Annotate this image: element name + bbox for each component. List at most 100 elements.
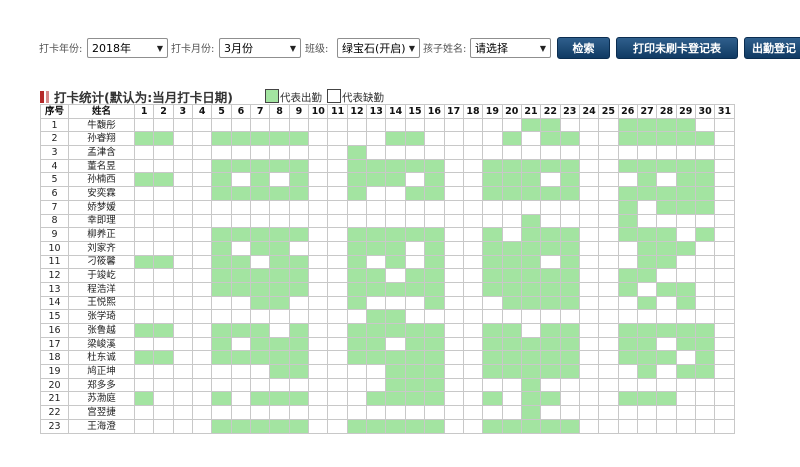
attendance-cell-absent — [153, 309, 174, 324]
class-select[interactable]: 绿宝石(开启) ▼ — [337, 38, 420, 58]
attendance-cell-absent — [172, 364, 194, 379]
attendance-cell-absent — [288, 145, 310, 160]
attendance-cell-absent — [656, 295, 677, 311]
attendance-cell-present — [482, 158, 503, 174]
attendance-cell-absent — [133, 364, 155, 379]
column-header-day: 25 — [598, 104, 619, 119]
attendance-cell-present — [617, 186, 638, 201]
attendance-cell-absent — [598, 158, 619, 174]
year-select[interactable]: 2018年 ▼ — [87, 38, 168, 58]
attendance-cell-absent — [714, 131, 735, 147]
attendance-cell-present — [211, 131, 232, 147]
legend-absent-text: 代表缺勤 — [342, 92, 384, 104]
attendance-cell-absent — [230, 309, 252, 324]
column-header-day: 4 — [192, 104, 213, 119]
attendance-cell-absent — [598, 350, 619, 366]
attendance-cell-absent — [598, 405, 619, 420]
attendance-cell-present — [133, 350, 155, 366]
attendance-cell-present — [675, 186, 696, 201]
attendance-cell-present — [540, 268, 561, 283]
attendance-cell-absent — [385, 186, 406, 201]
attendance-cell-absent — [540, 213, 561, 229]
attendance-cell-absent — [598, 323, 619, 338]
attendance-cell-absent — [598, 240, 619, 256]
attendance-cell-absent — [192, 364, 213, 379]
attendance-cell-absent — [540, 145, 561, 160]
child-name: 孙楠西 — [68, 172, 135, 188]
attendance-cell-absent — [308, 268, 329, 283]
attendance-cell-absent — [578, 186, 600, 201]
attendance-cell-absent — [617, 295, 638, 311]
attendance-cell-present — [520, 158, 542, 174]
attendance-cell-present — [520, 227, 542, 242]
attendance-cell-absent — [153, 418, 174, 434]
attendance-cell-absent — [192, 199, 213, 215]
attendance-cell-present — [153, 131, 174, 147]
attendance-cell-present — [385, 391, 406, 407]
search-button[interactable]: 检索 — [557, 37, 610, 59]
attendance-cell-present — [636, 131, 658, 147]
attendance-cell-absent — [462, 268, 484, 283]
attendance-cell-present — [366, 240, 387, 256]
attendance-cell-absent — [598, 418, 619, 434]
attendance-cell-absent — [501, 227, 522, 242]
month-select-value: 3月份 — [224, 42, 253, 55]
attendance-cell-present — [636, 254, 658, 270]
attendance-cell-present — [133, 391, 155, 407]
attendance-cell-present — [482, 240, 503, 256]
attendance-cell-present — [346, 158, 368, 174]
attendance-cell-present — [133, 172, 155, 188]
attendance-cell-present — [211, 268, 232, 283]
attendance-cell-absent — [443, 336, 464, 352]
attendance-cell-absent — [656, 336, 677, 352]
attendance-cell-present — [424, 281, 445, 297]
table-row: 2 孙睿翔 — [40, 131, 735, 147]
attendance-cell-absent — [153, 295, 174, 311]
attendance-cell-absent — [327, 391, 348, 407]
attendance-cell-absent — [578, 309, 600, 324]
attendance-cell-absent — [559, 117, 580, 133]
attendance-cell-present — [540, 350, 561, 366]
row-index: 5 — [40, 172, 69, 188]
attendance-cell-absent — [288, 117, 310, 133]
child-select[interactable]: 请选择 ▼ — [470, 38, 551, 58]
attendance-cell-absent — [327, 418, 348, 434]
attendance-cell-absent — [443, 213, 464, 229]
attendance-cell-absent — [366, 131, 387, 147]
attendance-cell-absent — [443, 418, 464, 434]
attendance-cell-absent — [192, 145, 213, 160]
attendance-cell-absent — [694, 240, 716, 256]
attendance-cell-absent — [308, 117, 329, 133]
attendance-cell-absent — [192, 350, 213, 366]
attendance-cell-present — [385, 418, 406, 434]
present-swatch-icon — [265, 89, 279, 103]
attendance-cell-absent — [598, 377, 619, 393]
print-unswiped-button[interactable]: 打印未刷卡登记表 — [616, 37, 738, 59]
attendance-cell-present — [385, 309, 406, 324]
attendance-cell-absent — [133, 336, 155, 352]
attendance-cell-present — [617, 158, 638, 174]
attendance-cell-absent — [462, 227, 484, 242]
attendance-cell-present — [424, 418, 445, 434]
attendance-cell-absent — [462, 391, 484, 407]
attendance-cell-absent — [559, 145, 580, 160]
attendance-cell-absent — [153, 186, 174, 201]
attendance-cell-absent — [192, 172, 213, 188]
month-select[interactable]: 3月份 ▼ — [219, 38, 301, 58]
attendance-cell-absent — [192, 336, 213, 352]
attendance-cell-absent — [578, 158, 600, 174]
table-row: 22 宫翌捷 — [40, 405, 735, 420]
attendance-cell-absent — [153, 227, 174, 242]
attendance-cell-present — [501, 281, 522, 297]
attendance-cell-absent — [675, 254, 696, 270]
attendance-cell-present — [559, 131, 580, 147]
attendance-cell-present — [153, 323, 174, 338]
attendance-cell-present — [346, 281, 368, 297]
attendance-cell-present — [520, 268, 542, 283]
attendance-register-button[interactable]: 出勤登记 — [744, 37, 800, 59]
attendance-cell-absent — [211, 309, 232, 324]
table-row: 15 张学琦 — [40, 309, 735, 324]
attendance-cell-present — [250, 186, 271, 201]
attendance-cell-absent — [578, 213, 600, 229]
attendance-cell-absent — [172, 377, 194, 393]
